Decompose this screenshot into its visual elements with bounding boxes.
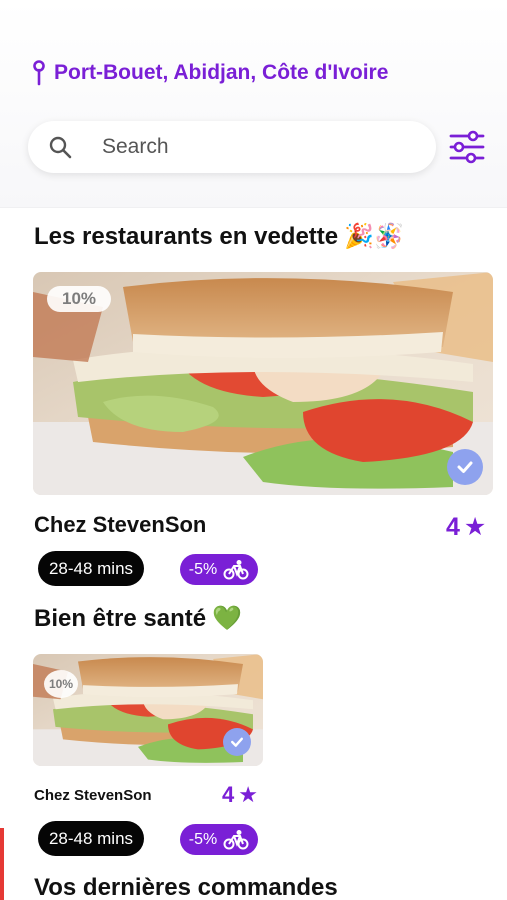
delivery-promo-badge: -5% [180,554,258,585]
featured-restaurant-image[interactable]: 10% [33,272,493,495]
rating-value: 4 [222,782,235,807]
location-text: Port-Bouet, Abidjan, Côte d'Ivoire [54,61,389,84]
orders-section-title: Vos dernières commandes [34,874,338,900]
location-selector[interactable]: Port-Bouet, Abidjan, Côte d'Ivoire [32,60,388,86]
featured-restaurant-name[interactable]: Chez StevenSon [34,512,206,538]
search-bar[interactable] [28,121,436,173]
bicycle-icon [223,829,249,849]
promo-text: -5% [188,830,218,848]
verified-icon [447,449,483,485]
verified-icon [223,728,251,756]
healthy-restaurant-image[interactable]: 10% [33,654,263,766]
healthy-rating: 4 ★ [222,782,258,808]
featured-section-title: Les restaurants en vedette 🎉🪅 [34,222,404,251]
star-icon: ★ [463,513,487,541]
pin-icon [33,60,45,86]
discount-badge: 10% [44,670,78,698]
header: Port-Bouet, Abidjan, Côte d'Ivoire [0,0,507,208]
green-heart-emoji: 💚 [212,605,242,632]
delivery-time-badge: 28-48 mins [38,551,144,586]
scroll-indicator [0,828,4,900]
party-emoji: 🎉🪅 [344,223,404,250]
sliders-icon[interactable] [449,130,485,164]
discount-badge: 10% [47,286,111,312]
featured-title-text: Les restaurants en vedette [34,222,339,250]
healthy-section-title: Bien être santé 💚 [34,604,242,633]
promo-text: -5% [188,560,218,578]
delivery-promo-badge: -5% [180,824,258,855]
search-input[interactable] [102,135,402,159]
star-icon: ★ [238,782,258,807]
featured-rating: 4 ★ [446,512,486,542]
rating-value: 4 [446,512,460,541]
search-icon [49,136,72,159]
healthy-restaurant-name[interactable]: Chez StevenSon [34,787,152,804]
delivery-time-badge: 28-48 mins [38,821,144,856]
healthy-title-text: Bien être santé [34,604,207,632]
bicycle-icon [223,559,249,579]
